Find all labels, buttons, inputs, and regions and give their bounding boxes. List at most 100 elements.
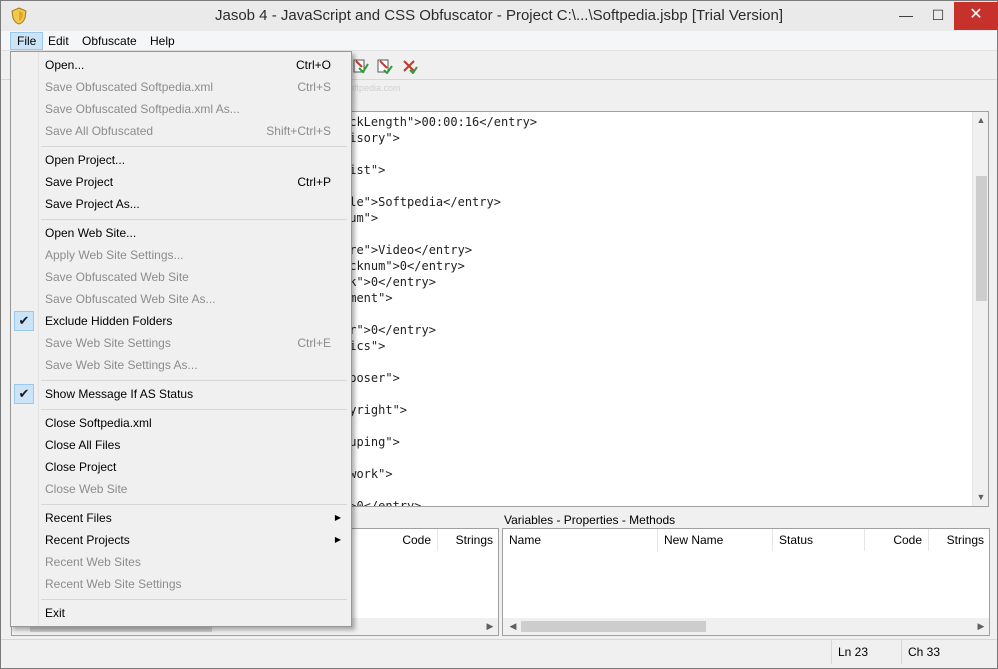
menu-item-exclude-hidden-folders[interactable]: ✔ Exclude Hidden Folders <box>13 310 349 332</box>
menu-item-save-project-as[interactable]: Save Project As... <box>13 193 349 215</box>
menu-item-save-obfuscated-web-site-as[interactable]: Save Obfuscated Web Site As... <box>13 288 349 310</box>
menu-item-close-file[interactable]: Close Softpedia.xml <box>13 412 349 434</box>
code-line: acknum">0</entry> <box>342 259 465 273</box>
menu-item-save-obfuscated-web-site[interactable]: Save Obfuscated Web Site <box>13 266 349 288</box>
menu-item-recent-projects[interactable]: Recent Projects ▶ <box>13 529 349 551</box>
column-header-name[interactable]: Name <box>503 529 658 551</box>
menu-item-label: Show Message If AS Status <box>45 387 194 401</box>
menu-item-save-all-obfuscated[interactable]: Save All Obfuscated Shift+Ctrl+S <box>13 120 349 142</box>
menu-item-close-all-files[interactable]: Close All Files <box>13 434 349 456</box>
menu-help[interactable]: Help <box>144 32 181 50</box>
variables-panel-title: Variables - Properties - Methods <box>504 513 676 527</box>
checkmark-icon: ✔ <box>14 384 34 404</box>
status-line: Ln 23 <box>831 640 901 664</box>
status-bar: Ln 23 Ch 33 <box>1 639 997 668</box>
scrollbar-thumb[interactable] <box>521 621 706 632</box>
menu-item-label: Save Obfuscated Softpedia.xml As... <box>45 102 240 116</box>
file-menu-dropdown: Open... Ctrl+O Save Obfuscated Softpedia… <box>10 51 352 627</box>
menu-item-open-project[interactable]: Open Project... <box>13 149 349 171</box>
scroll-down-icon[interactable]: ▼ <box>973 489 988 505</box>
minimize-button[interactable]: — <box>891 2 921 30</box>
scroll-right-icon[interactable]: ▶ <box>973 618 989 635</box>
obfuscate-icon[interactable] <box>353 58 369 74</box>
code-line: sk">0</entry> <box>342 275 436 289</box>
menu-item-save-obfuscated-as[interactable]: Save Obfuscated Softpedia.xml As... <box>13 98 349 120</box>
column-header-code[interactable]: Code <box>374 529 438 551</box>
menu-item-shortcut: Shift+Ctrl+S <box>266 124 331 138</box>
menu-item-recent-web-sites[interactable]: Recent Web Sites <box>13 551 349 573</box>
menu-item-label: Save Web Site Settings <box>45 336 171 350</box>
menu-item-label: Save Project <box>45 175 114 189</box>
menu-separator <box>41 380 347 381</box>
menu-separator <box>41 146 347 147</box>
menu-item-shortcut: Ctrl+E <box>297 336 331 350</box>
editor-vertical-scrollbar[interactable]: ▲ ▼ <box>972 112 988 506</box>
menu-separator <box>41 219 347 220</box>
menu-item-label: Exclude Hidden Folders <box>45 314 173 328</box>
menu-item-open[interactable]: Open... Ctrl+O <box>13 54 349 76</box>
menu-item-label: Open Project... <box>45 153 126 167</box>
menu-item-recent-web-site-settings[interactable]: Recent Web Site Settings <box>13 573 349 595</box>
obfuscate-all-icon[interactable] <box>377 58 393 74</box>
menu-item-label: Recent Files <box>45 511 112 525</box>
menu-item-label: Save Obfuscated Softpedia.xml <box>45 80 214 94</box>
menu-item-label: Close Web Site <box>45 482 128 496</box>
menu-item-label: Save All Obfuscated <box>45 124 154 138</box>
menu-file[interactable]: File <box>10 32 44 50</box>
menu-separator <box>41 409 347 410</box>
menu-item-exit[interactable]: Exit <box>13 602 349 624</box>
menu-item-label: Save Obfuscated Web Site As... <box>45 292 216 306</box>
menu-separator <box>41 599 347 600</box>
code-line: nre">Video</entry> <box>342 243 473 257</box>
menu-edit[interactable]: Edit <box>42 32 75 50</box>
menu-item-apply-web-site-settings[interactable]: Apply Web Site Settings... <box>13 244 349 266</box>
variables-panel[interactable]: Name New Name Status Code Strings ◀ ▶ <box>502 528 990 636</box>
menu-item-shortcut: Ctrl+S <box>297 80 331 94</box>
menu-item-close-web-site[interactable]: Close Web Site <box>13 478 349 500</box>
chevron-right-icon: ▶ <box>334 513 341 522</box>
menu-item-show-message-if-as-status[interactable]: ✔ Show Message If AS Status <box>13 383 349 405</box>
code-line: ">0</entry> <box>342 499 422 507</box>
menu-item-shortcut: Ctrl+P <box>297 175 331 189</box>
column-header-strings[interactable]: Strings <box>929 529 989 551</box>
menu-item-close-project[interactable]: Close Project <box>13 456 349 478</box>
menu-item-label: Save Obfuscated Web Site <box>45 270 189 284</box>
menu-item-save-web-site-settings-as[interactable]: Save Web Site Settings As... <box>13 354 349 376</box>
menu-item-shortcut: Ctrl+O <box>295 58 331 72</box>
column-header-new-name[interactable]: New Name <box>658 529 773 551</box>
menu-item-label: Recent Projects <box>45 533 130 547</box>
menu-item-label: Open Web Site... <box>45 226 137 240</box>
menu-item-label: Save Project As... <box>45 197 140 211</box>
checkmark-icon: ✔ <box>14 311 34 331</box>
menu-item-label: Exit <box>45 606 66 620</box>
code-line: ar">0</entry> <box>342 323 436 337</box>
scrollbar-thumb[interactable] <box>976 176 987 301</box>
scroll-up-icon[interactable]: ▲ <box>973 112 988 128</box>
menu-item-label: Close Softpedia.xml <box>45 416 152 430</box>
close-button[interactable]: ✕ <box>954 2 998 30</box>
maximize-button[interactable]: ☐ <box>923 2 953 30</box>
menu-item-save-web-site-settings[interactable]: Save Web Site Settings Ctrl+E <box>13 332 349 354</box>
deobfuscate-icon[interactable] <box>402 58 418 74</box>
scroll-right-icon[interactable]: ▶ <box>482 618 498 635</box>
window-title: Jasob 4 - JavaScript and CSS Obfuscator … <box>214 7 784 24</box>
column-header-status[interactable]: Status <box>773 529 865 551</box>
menu-item-save-project[interactable]: Save Project Ctrl+P <box>13 171 349 193</box>
variables-horizontal-scrollbar[interactable]: ◀ ▶ <box>503 618 989 635</box>
menu-item-label: Close All Files <box>45 438 121 452</box>
menu-item-recent-files[interactable]: Recent Files ▶ <box>13 507 349 529</box>
menu-item-label: Open... <box>45 58 85 72</box>
code-line: ackLength">00:00:16</entry> <box>342 115 538 129</box>
menu-item-label: Recent Web Site Settings <box>45 577 182 591</box>
menu-obfuscate[interactable]: Obfuscate <box>76 32 143 50</box>
column-header-strings[interactable]: Strings <box>438 529 498 551</box>
code-line: tle">Softpedia</entry> <box>342 195 501 209</box>
menu-item-label: Recent Web Sites <box>45 555 141 569</box>
app-window: Jasob 4 - JavaScript and CSS Obfuscator … <box>0 0 998 669</box>
menu-item-save-obfuscated[interactable]: Save Obfuscated Softpedia.xml Ctrl+S <box>13 76 349 98</box>
column-header-code[interactable]: Code <box>865 529 929 551</box>
menu-item-label: Save Web Site Settings As... <box>45 358 198 372</box>
scroll-left-icon[interactable]: ◀ <box>505 618 521 635</box>
menu-item-open-web-site[interactable]: Open Web Site... <box>13 222 349 244</box>
menu-item-label: Close Project <box>45 460 117 474</box>
